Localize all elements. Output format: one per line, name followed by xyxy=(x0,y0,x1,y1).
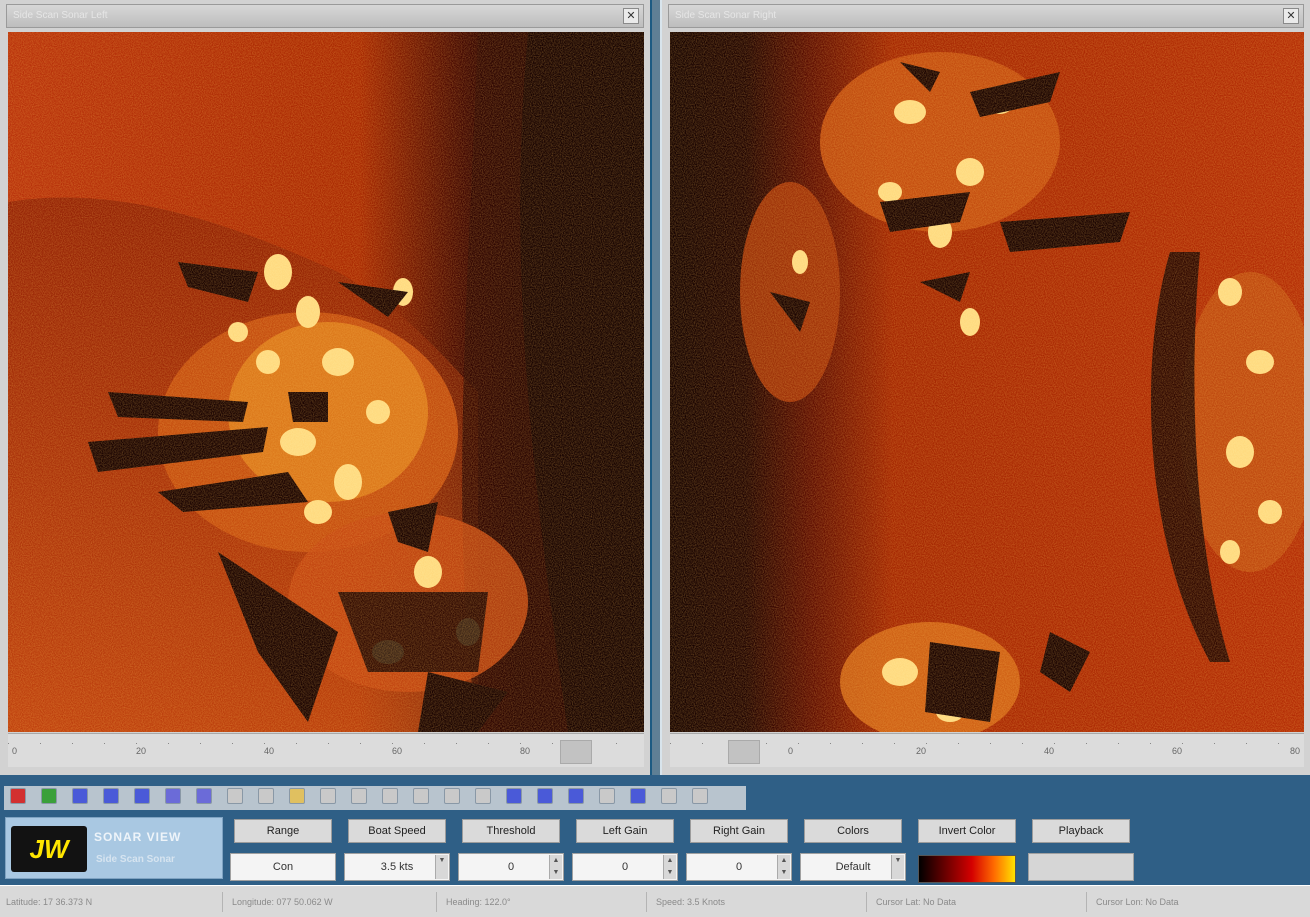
playback-slider[interactable] xyxy=(1028,853,1134,881)
help-icon[interactable] xyxy=(661,788,677,804)
status-heading: Heading: 122.0° xyxy=(446,897,511,907)
right-pane-title: Side Scan Sonar Right xyxy=(675,10,777,21)
paste-icon[interactable] xyxy=(444,788,460,804)
stop-icon[interactable] xyxy=(258,788,274,804)
color-palette-preview[interactable] xyxy=(918,855,1016,883)
status-bar: Latitude: 17 36.373 N Longitude: 077 50.… xyxy=(0,885,1310,917)
cut-icon[interactable] xyxy=(413,788,429,804)
target-icon[interactable] xyxy=(568,788,584,804)
right-range-ruler[interactable]: 0 20 40 60 80 xyxy=(670,733,1304,767)
left-ruler-scroll-thumb[interactable] xyxy=(560,740,592,764)
status-separator xyxy=(436,892,437,912)
colors-button[interactable]: Colors xyxy=(804,819,902,843)
measure-icon[interactable] xyxy=(134,788,150,804)
status-separator xyxy=(866,892,867,912)
ruler-icon[interactable] xyxy=(537,788,553,804)
right-gain-spin-arrows[interactable]: ▲ ▼ xyxy=(777,855,790,879)
copy-icon[interactable] xyxy=(382,788,398,804)
status-separator xyxy=(1086,892,1087,912)
undo-icon[interactable] xyxy=(475,788,491,804)
left-pane-title: Side Scan Sonar Left xyxy=(13,10,108,21)
left-gain-control: Left Gain 0 ▲ ▼ xyxy=(572,817,678,881)
status-latitude: Latitude: 17 36.373 N xyxy=(6,897,93,907)
status-speed: Speed: 3.5 Knots xyxy=(656,897,726,907)
right-gain-button[interactable]: Right Gain xyxy=(690,819,788,843)
invert-color-control: Invert Color xyxy=(914,817,1020,883)
playback-control: Playback xyxy=(1028,817,1134,881)
left-pane-titlebar[interactable]: Side Scan Sonar Left ✕ xyxy=(6,4,644,28)
pane-splitter[interactable] xyxy=(652,0,660,775)
info-icon[interactable] xyxy=(630,788,646,804)
record-icon[interactable] xyxy=(10,788,26,804)
right-sonar-image[interactable] xyxy=(670,32,1304,732)
left-sonar-pane: Side Scan Sonar Left ✕ 0 20 40 60 80 xyxy=(0,0,652,775)
status-longitude: Longitude: 077 50.062 W xyxy=(232,897,333,907)
range-button[interactable]: Range xyxy=(234,819,332,843)
status-cursor-lat: Cursor Lat: No Data xyxy=(876,897,957,907)
play-icon[interactable] xyxy=(41,788,57,804)
redo-icon[interactable] xyxy=(506,788,522,804)
left-ruler-tick: 40 xyxy=(264,746,275,756)
right-sonar-pane: Side Scan Sonar Right ✕ 0 20 40 60 80 xyxy=(660,0,1310,775)
left-sonar-graphic xyxy=(8,32,644,732)
save-icon[interactable] xyxy=(320,788,336,804)
print-icon[interactable] xyxy=(351,788,367,804)
left-ruler-tick: 20 xyxy=(136,746,147,756)
flag-icon[interactable] xyxy=(196,788,212,804)
left-ruler-line xyxy=(8,743,644,744)
left-range-ruler[interactable]: 0 20 40 60 80 xyxy=(8,733,644,767)
colors-control: Colors Default ▼ xyxy=(800,817,906,881)
logo-title: SONAR VIEW xyxy=(94,830,182,844)
left-gain-spin-arrows[interactable]: ▲ ▼ xyxy=(663,855,676,879)
left-pane-close-button[interactable]: ✕ xyxy=(623,8,639,24)
right-gain-control: Right Gain 0 ▲ ▼ xyxy=(686,817,792,881)
grid-icon[interactable] xyxy=(227,788,243,804)
right-ruler-tick: 0 xyxy=(788,746,794,756)
right-ruler-tick: 20 xyxy=(916,746,927,756)
status-separator xyxy=(646,892,647,912)
left-ruler-tick: 80 xyxy=(520,746,531,756)
right-sonar-graphic xyxy=(670,32,1304,732)
boat-speed-dropdown-arrow[interactable]: ▼ xyxy=(435,855,448,879)
left-ruler-tick: 0 xyxy=(12,746,18,756)
right-ruler-tick: 80 xyxy=(1290,746,1301,756)
colors-dropdown-arrow[interactable]: ▼ xyxy=(891,855,904,879)
left-sonar-image[interactable] xyxy=(8,32,644,732)
threshold-spin-arrows[interactable]: ▲ ▼ xyxy=(549,855,562,879)
zoom-in-icon[interactable] xyxy=(72,788,88,804)
folder-icon[interactable] xyxy=(289,788,305,804)
range-value-field[interactable]: Con xyxy=(230,853,336,881)
right-pane-titlebar[interactable]: Side Scan Sonar Right ✕ xyxy=(668,4,1304,28)
right-pane-close-button[interactable]: ✕ xyxy=(1283,8,1299,24)
info2-icon[interactable] xyxy=(692,788,708,804)
logo-badge: JW xyxy=(11,826,87,872)
right-ruler-line xyxy=(670,743,1304,744)
app-logo: JW SONAR VIEW Side Scan Sonar xyxy=(5,817,223,879)
right-ruler-tick: 60 xyxy=(1172,746,1183,756)
status-separator xyxy=(222,892,223,912)
logo-subtitle: Side Scan Sonar xyxy=(96,854,175,865)
threshold-control: Threshold 0 ▲ ▼ xyxy=(458,817,564,881)
mark-icon[interactable] xyxy=(165,788,181,804)
icon-toolbar xyxy=(0,775,1310,812)
right-ruler-tick: 40 xyxy=(1044,746,1055,756)
right-ruler-scroll-thumb[interactable] xyxy=(728,740,760,764)
range-control: Range Con xyxy=(230,817,336,881)
settings-icon[interactable] xyxy=(599,788,615,804)
boat-speed-button[interactable]: Boat Speed xyxy=(348,819,446,843)
threshold-button[interactable]: Threshold xyxy=(462,819,560,843)
left-gain-button[interactable]: Left Gain xyxy=(576,819,674,843)
invert-color-button[interactable]: Invert Color xyxy=(918,819,1016,843)
status-cursor-lon: Cursor Lon: No Data xyxy=(1096,897,1179,907)
boat-speed-control: Boat Speed 3.5 kts ▼ xyxy=(344,817,450,881)
zoom-out-icon[interactable] xyxy=(103,788,119,804)
left-ruler-tick: 60 xyxy=(392,746,403,756)
control-panel: JW SONAR VIEW Side Scan Sonar Range Con … xyxy=(0,812,1310,885)
playback-button[interactable]: Playback xyxy=(1032,819,1130,843)
